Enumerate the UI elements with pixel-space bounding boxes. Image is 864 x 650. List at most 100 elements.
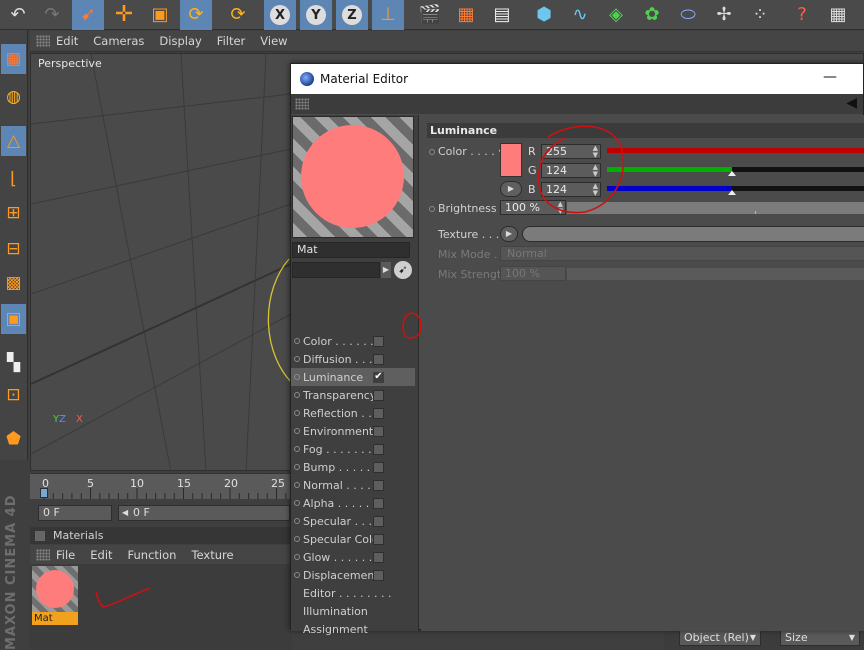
channel-checkbox[interactable]: [373, 497, 384, 509]
channel-item[interactable]: Displacement: [291, 566, 415, 584]
mat-menu-function[interactable]: Function: [128, 548, 177, 562]
brightness-field[interactable]: 100 % ▲ ▼: [500, 200, 566, 215]
polygons-mode-icon[interactable]: ▩: [1, 268, 26, 298]
channel-item[interactable]: Glow . . . . . . . .: [291, 548, 415, 566]
size-dropdown[interactable]: Size ▼: [780, 630, 860, 646]
channel-item[interactable]: Transparency: [291, 386, 415, 404]
cube-icon[interactable]: ⬢: [528, 0, 560, 30]
help-icon[interactable]: ?: [786, 0, 818, 30]
subdivision-icon[interactable]: ◈: [600, 0, 632, 30]
channel-checkbox[interactable]: [373, 461, 384, 473]
rotate-icon[interactable]: ⟳: [180, 0, 212, 30]
move-icon[interactable]: ✛: [108, 0, 140, 30]
rotate-recent-icon[interactable]: ⟳: [222, 0, 254, 30]
snap-icon[interactable]: ⊡: [1, 380, 26, 410]
edges-mode-icon[interactable]: ⊟: [1, 234, 26, 264]
channel-item[interactable]: Specular . . . . .: [291, 512, 415, 530]
z-axis-icon[interactable]: Z: [336, 0, 368, 30]
channel-item[interactable]: Bump . . . . . . . .: [291, 458, 415, 476]
render-settings-icon[interactable]: ▤: [486, 0, 518, 30]
channel-checkbox[interactable]: [373, 389, 384, 401]
color-expand-button[interactable]: ▶: [500, 181, 522, 197]
channel-checkbox[interactable]: [373, 551, 384, 563]
channel-item[interactable]: Alpha . . . . . . . .: [291, 494, 415, 512]
coordinate-mode-dropdown[interactable]: Object (Rel) ▼: [679, 630, 761, 646]
texture-axis-icon[interactable]: ⌊: [1, 164, 26, 194]
uv-mode-icon[interactable]: ▣: [1, 304, 26, 334]
material-name-field[interactable]: Mat: [292, 242, 410, 258]
g-field[interactable]: 124 ▲ ▼: [541, 163, 601, 178]
mat-menu-edit[interactable]: Edit: [90, 548, 112, 562]
start-frame-field[interactable]: 0 F: [38, 505, 112, 521]
param-dot-icon[interactable]: [429, 206, 435, 212]
menu-filter[interactable]: Filter: [217, 34, 245, 48]
points-mode-icon[interactable]: ⊞: [1, 198, 26, 228]
channel-item[interactable]: Diffusion . . . . . .: [291, 350, 415, 368]
g-slider[interactable]: [607, 167, 864, 176]
channel-item[interactable]: Luminance ✔: [291, 368, 415, 386]
channel-item[interactable]: Reflection . . . .: [291, 404, 415, 422]
timeline-playhead[interactable]: [40, 488, 48, 498]
collapse-arrow-icon[interactable]: ◀: [846, 95, 857, 111]
spinner-icon[interactable]: ▲ ▼: [593, 183, 598, 197]
x-axis-icon[interactable]: X: [264, 0, 296, 30]
menu-view[interactable]: View: [260, 34, 287, 48]
render-view-icon[interactable]: 🎬: [414, 0, 446, 30]
scene-icon[interactable]: ✢: [708, 0, 740, 30]
texture-expand-button[interactable]: ▶: [500, 226, 518, 242]
channel-item[interactable]: Assignment: [291, 620, 415, 638]
slider-knob-icon[interactable]: [728, 171, 737, 176]
channel-checkbox[interactable]: [373, 425, 384, 437]
brightness-slider[interactable]: [567, 202, 864, 214]
b-slider[interactable]: [607, 186, 864, 195]
material-editor-titlebar[interactable]: Material Editor —: [291, 64, 863, 94]
channel-item[interactable]: Editor . . . . . . . .: [291, 584, 415, 602]
tags-icon[interactable]: ▦: [822, 0, 854, 30]
live-selection-icon[interactable]: ➹: [72, 0, 104, 30]
undo-icon[interactable]: ↶: [2, 0, 34, 30]
array-icon[interactable]: ✿: [636, 0, 668, 30]
b-field[interactable]: 124 ▲ ▼: [541, 182, 601, 197]
spinner-icon[interactable]: ▲ ▼: [593, 145, 598, 159]
channel-item[interactable]: Fog . . . . . . . . .: [291, 440, 415, 458]
workplane-icon[interactable]: ⬟: [1, 424, 26, 454]
r-slider[interactable]: [607, 148, 864, 153]
channel-item[interactable]: Normal . . . . . . .: [291, 476, 415, 494]
spinner-icon[interactable]: ▲ ▼: [558, 201, 563, 215]
pick-arrow-icon[interactable]: ➹: [394, 261, 412, 279]
menu-edit[interactable]: Edit: [56, 34, 78, 48]
sphere-points-icon[interactable]: ◍: [1, 82, 26, 112]
current-frame-field[interactable]: ◀ 0 F: [118, 505, 290, 521]
minimize-icon[interactable]: —: [823, 69, 837, 85]
channel-checkbox[interactable]: [373, 353, 384, 365]
model-mode-icon[interactable]: △: [1, 126, 26, 156]
spinner-icon[interactable]: ▲ ▼: [593, 164, 598, 178]
deformer-icon[interactable]: ⬭: [672, 0, 704, 30]
viewport-layout-icon[interactable]: ▦: [1, 44, 26, 74]
scale-icon[interactable]: ▣: [144, 0, 176, 30]
r-field[interactable]: 255 ▲ ▼: [541, 144, 601, 159]
channel-checkbox[interactable]: [373, 569, 384, 581]
channel-item[interactable]: Illumination: [291, 602, 415, 620]
channel-item[interactable]: Specular Color: [291, 530, 415, 548]
param-dot-icon[interactable]: [429, 149, 435, 155]
y-axis-icon[interactable]: Y: [300, 0, 332, 30]
checkerboard-icon[interactable]: ▚: [1, 348, 26, 378]
mat-menu-file[interactable]: File: [56, 548, 75, 562]
channel-checkbox[interactable]: [373, 533, 384, 545]
world-coordinates-icon[interactable]: ⊥: [372, 0, 404, 30]
redo-icon[interactable]: ↷: [36, 0, 68, 30]
chevron-right-icon[interactable]: ▶: [381, 262, 391, 278]
menu-cameras[interactable]: Cameras: [93, 34, 144, 48]
timeline-ruler[interactable]: 0 5 10 15 20 25: [30, 473, 292, 499]
spline-pen-icon[interactable]: ∿: [564, 0, 596, 30]
material-thumbnail[interactable]: Mat: [32, 566, 78, 625]
channel-checkbox[interactable]: [373, 515, 384, 527]
menu-display[interactable]: Display: [159, 34, 201, 48]
channel-checkbox[interactable]: [373, 335, 384, 347]
channel-item[interactable]: Color . . . . . . . .: [291, 332, 415, 350]
particles-icon[interactable]: ⁘: [744, 0, 776, 30]
channel-item[interactable]: Environment: [291, 422, 415, 440]
channel-checkbox[interactable]: ✔: [373, 371, 384, 383]
material-preview[interactable]: [292, 116, 414, 238]
